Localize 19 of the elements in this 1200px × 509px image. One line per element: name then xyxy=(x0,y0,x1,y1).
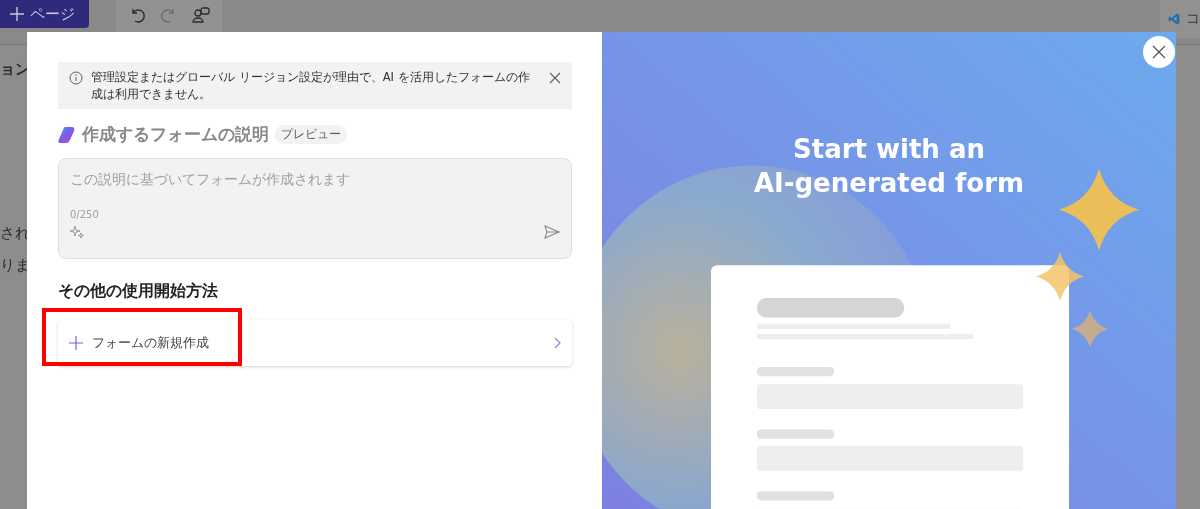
background-text: コ xyxy=(1186,10,1200,28)
close-icon[interactable] xyxy=(548,71,562,85)
info-icon xyxy=(69,71,83,85)
background-text: りま xyxy=(0,256,30,275)
section-heading: その他の使用開始方法 xyxy=(58,281,219,302)
close-icon xyxy=(1152,45,1166,59)
people-icon[interactable] xyxy=(192,6,210,24)
chevron-right-icon xyxy=(552,336,562,350)
plus-icon xyxy=(68,335,84,351)
character-counter: 0/250 xyxy=(70,209,100,220)
new-form-option[interactable]: フォームの新規作成 xyxy=(58,320,572,366)
sparkle-logo-icon xyxy=(58,125,76,144)
section-heading: 作成するフォームの説明 xyxy=(82,123,269,146)
send-icon[interactable] xyxy=(544,224,560,240)
preview-badge: プレビュー xyxy=(275,125,347,144)
notice-text: 管理設定またはグローバル リージョン設定が理由で、AI を活用したフォームの作成は利用できません。 xyxy=(91,69,531,103)
plus-icon xyxy=(10,7,24,21)
new-page-button[interactable]: ページ xyxy=(0,0,89,28)
promo-title: Start with an AI-generated form xyxy=(752,133,1026,200)
